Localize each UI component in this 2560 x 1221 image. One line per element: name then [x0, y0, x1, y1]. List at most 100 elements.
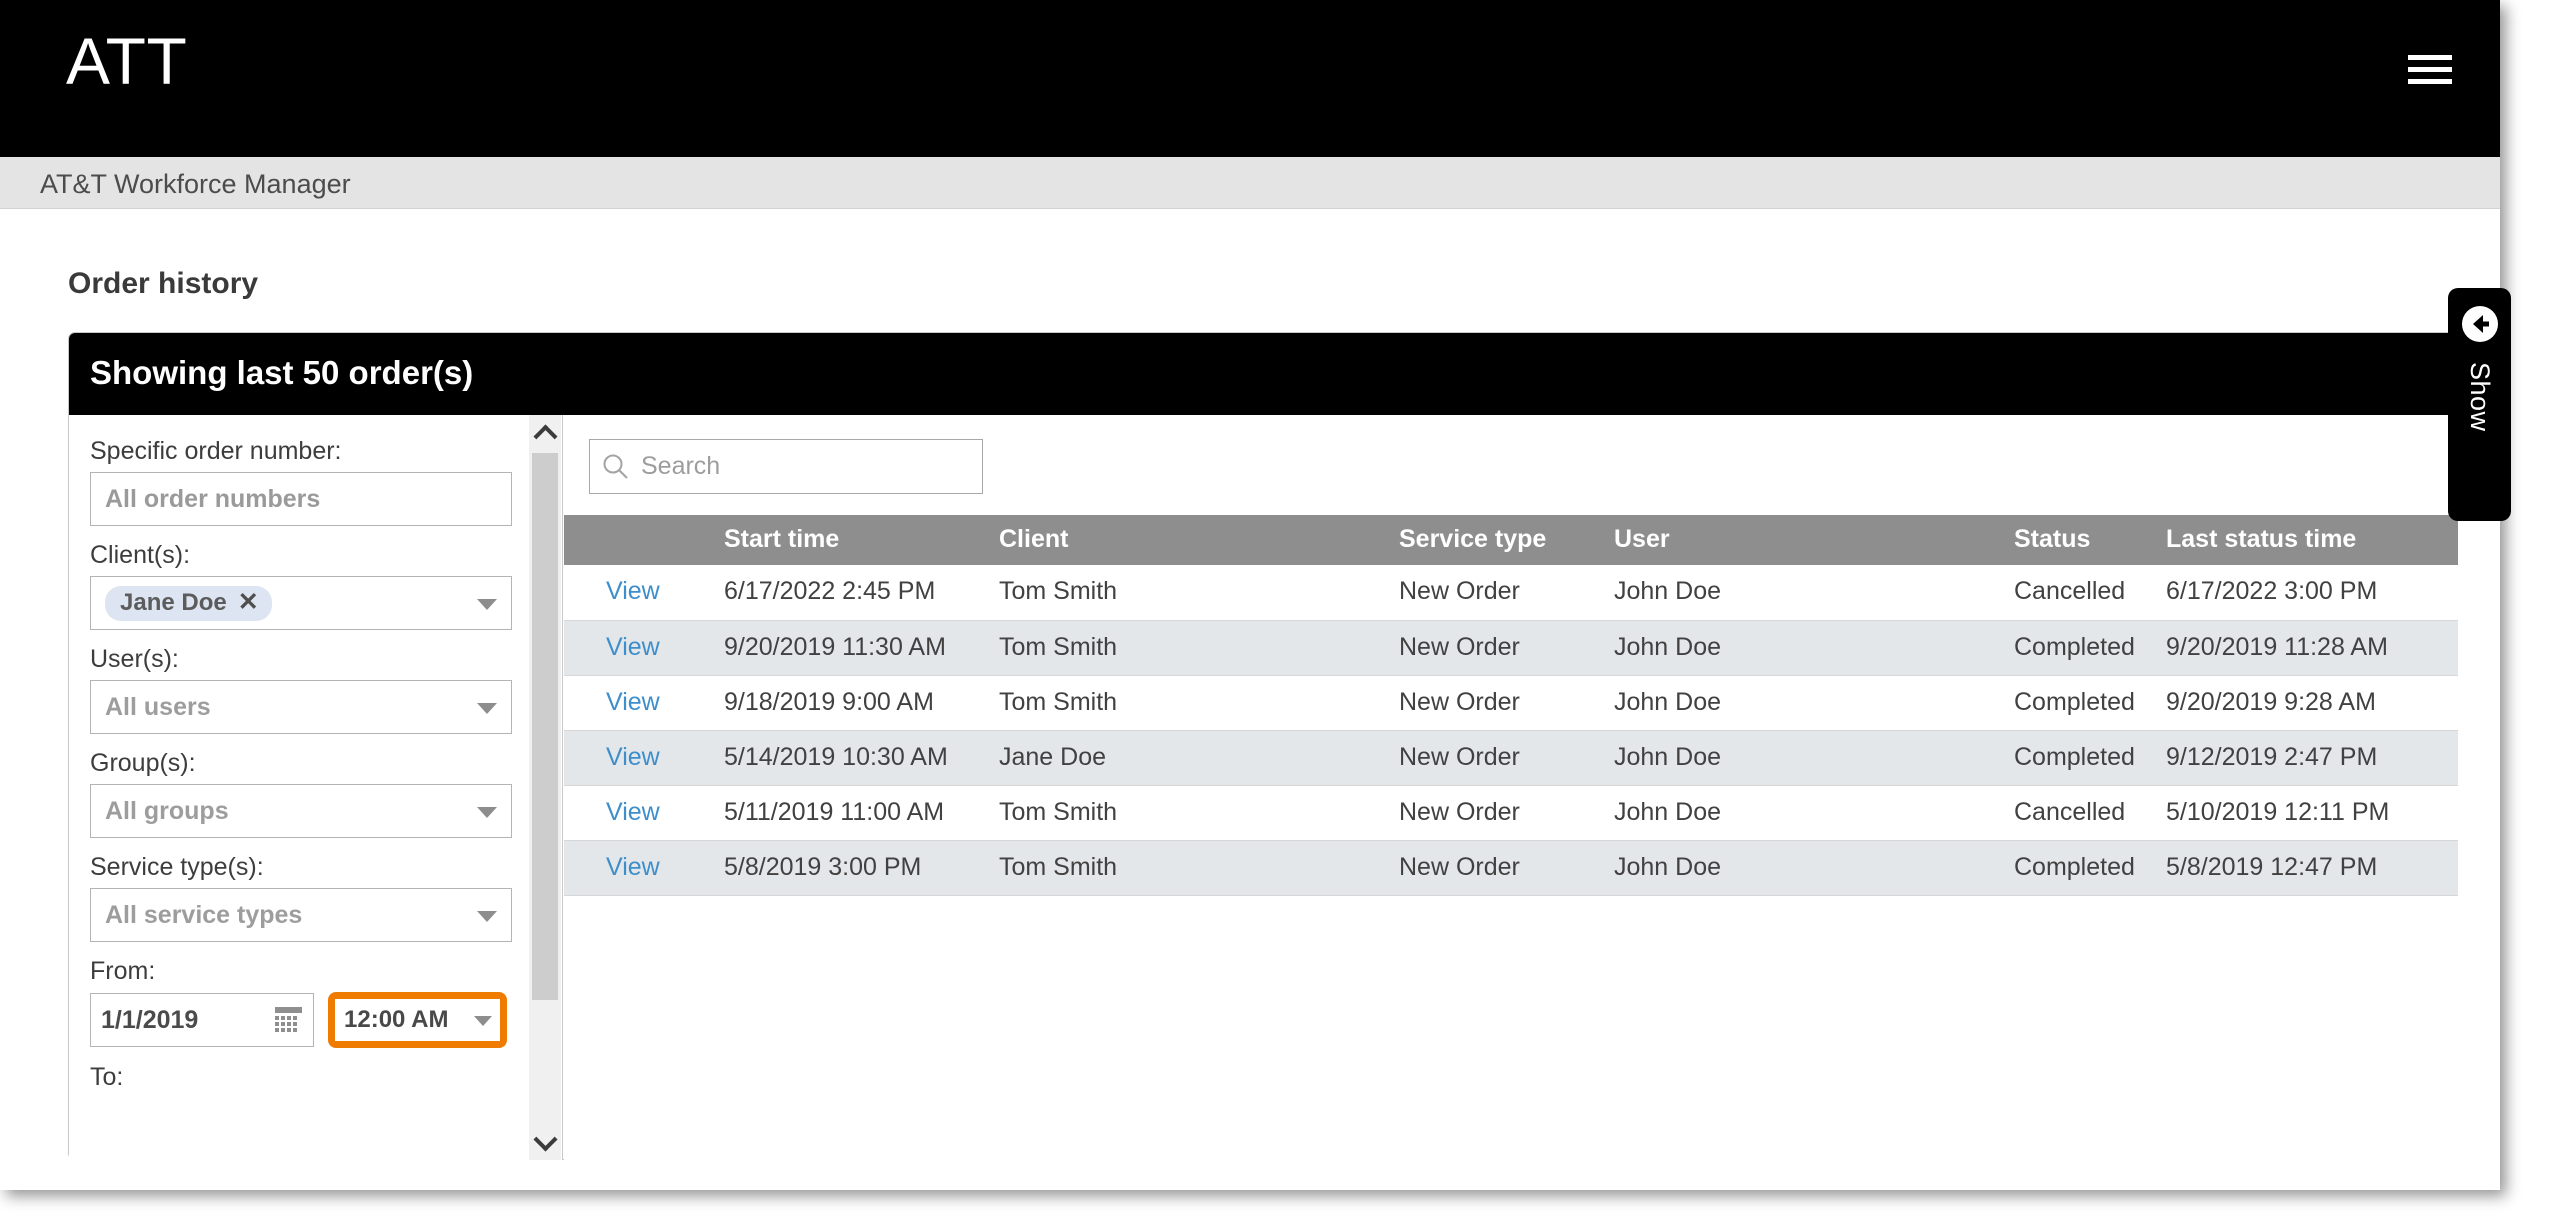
from-time-value: 12:00 AM	[344, 1006, 449, 1033]
client-chip-jane-doe[interactable]: Jane Doe ✕	[105, 585, 272, 621]
groups-placeholder: All groups	[105, 796, 229, 825]
from-date-value: 1/1/2019	[101, 1005, 199, 1034]
search-icon	[602, 453, 629, 480]
chevron-up-glyph	[532, 423, 558, 449]
service-types-placeholder: All service types	[105, 900, 303, 929]
cell-client: Tom Smith	[999, 675, 1399, 731]
show-tab-label: Show	[2465, 362, 2495, 432]
hamburger-bar	[2408, 67, 2452, 72]
cell-start-time: 9/20/2019 11:30 AM	[724, 620, 999, 676]
users-select[interactable]: All users	[90, 680, 512, 734]
filter-panel-scrollbar[interactable]	[529, 415, 561, 1160]
brand-logo: ATT	[66, 24, 188, 98]
chevron-down-icon[interactable]	[477, 703, 497, 714]
table-row: View 9/20/2019 11:30 AM Tom Smith New Order…	[564, 620, 2458, 676]
table-row: View 5/14/2019 10:30 AM Jane Doe New Order J…	[564, 730, 2458, 786]
search-input[interactable]: Search	[589, 439, 983, 494]
hamburger-bar	[2408, 79, 2452, 84]
cell-action[interactable]: View	[564, 620, 724, 676]
column-header-start-time[interactable]: Start time	[724, 515, 999, 565]
cell-action[interactable]: View	[564, 785, 724, 841]
table-row: View 5/11/2019 11:00 AM Tom Smith New Order…	[564, 785, 2458, 841]
cell-user: John Doe	[1614, 730, 2014, 786]
from-row: 1/1/2019 12:00 AM	[90, 992, 539, 1048]
cell-action[interactable]: View	[564, 730, 724, 786]
cell-action[interactable]: View	[564, 840, 724, 896]
chip-remove-icon[interactable]: ✕	[238, 590, 259, 615]
hamburger-menu-icon[interactable]	[2408, 55, 2454, 93]
cell-action[interactable]: View	[564, 565, 724, 621]
chevron-down-icon[interactable]	[477, 599, 497, 610]
from-date-input[interactable]: 1/1/2019	[90, 993, 314, 1047]
column-header-action[interactable]	[564, 515, 724, 565]
field-clients: Client(s): Jane Doe ✕	[90, 541, 539, 630]
cell-last-status-time: 5/8/2019 12:47 PM	[2166, 840, 2458, 896]
cell-client: Tom Smith	[999, 565, 1399, 621]
cell-start-time: 5/8/2019 3:00 PM	[724, 840, 999, 896]
groups-select[interactable]: All groups	[90, 784, 512, 838]
card-header: Showing last 50 order(s)	[69, 333, 2457, 415]
cell-start-time: 5/14/2019 10:30 AM	[724, 730, 999, 786]
column-header-status[interactable]: Status	[2014, 515, 2166, 565]
chevron-down-icon[interactable]	[477, 807, 497, 818]
cell-user: John Doe	[1614, 840, 2014, 896]
show-panel-tab[interactable]: Show	[2448, 288, 2511, 521]
clients-select[interactable]: Jane Doe ✕	[90, 576, 512, 630]
cell-status: Completed	[2014, 840, 2166, 896]
cell-status: Cancelled	[2014, 785, 2166, 841]
table-row: View 6/17/2022 2:45 PM Tom Smith New Order J…	[564, 565, 2458, 621]
column-header-last-status-time[interactable]: Last status time	[2166, 515, 2458, 565]
from-label: From:	[90, 957, 156, 985]
column-header-client[interactable]: Client	[999, 515, 1399, 565]
field-from: From: 1/1/2019 12:00 AM	[90, 957, 539, 1048]
chevron-down-icon[interactable]	[474, 1016, 492, 1026]
view-link[interactable]: View	[606, 743, 660, 771]
field-users: User(s): All users	[90, 645, 539, 734]
app-name-label: AT&T Workforce Manager	[40, 169, 351, 199]
table-row: View 9/18/2019 9:00 AM Tom Smith New Order J…	[564, 675, 2458, 731]
chip-label: Jane Doe	[120, 588, 227, 616]
cell-user: John Doe	[1614, 565, 2014, 621]
chevron-down-glyph	[532, 1126, 558, 1152]
view-link[interactable]: View	[606, 853, 660, 881]
from-time-select[interactable]: 12:00 AM	[335, 999, 500, 1041]
app-subheader: AT&T Workforce Manager	[0, 157, 2500, 209]
users-label: User(s):	[90, 645, 179, 673]
view-link[interactable]: View	[606, 577, 660, 605]
field-groups: Group(s): All groups	[90, 749, 539, 838]
cell-client: Tom Smith	[999, 620, 1399, 676]
scroll-down-icon[interactable]	[529, 1124, 561, 1160]
scroll-up-icon[interactable]	[529, 415, 561, 451]
cell-start-time: 6/17/2022 2:45 PM	[724, 565, 999, 621]
cell-last-status-time: 5/10/2019 12:11 PM	[2166, 785, 2458, 841]
hamburger-bar	[2408, 55, 2452, 60]
cell-service-type: New Order	[1399, 620, 1614, 676]
chevron-down-icon[interactable]	[477, 911, 497, 922]
cell-last-status-time: 9/20/2019 9:28 AM	[2166, 675, 2458, 731]
field-service-types: Service type(s): All service types	[90, 853, 539, 942]
cell-action[interactable]: View	[564, 675, 724, 731]
orders-table-body: View 6/17/2022 2:45 PM Tom Smith New Order J…	[564, 565, 2458, 896]
cell-service-type: New Order	[1399, 565, 1614, 621]
card-header-title: Showing last 50 order(s)	[90, 354, 474, 391]
service-types-select[interactable]: All service types	[90, 888, 512, 942]
column-header-user[interactable]: User	[1614, 515, 2014, 565]
brand-header: ATT	[0, 0, 2500, 157]
cell-service-type: New Order	[1399, 785, 1614, 841]
column-header-service-type[interactable]: Service type	[1399, 515, 1614, 565]
service-types-label: Service type(s):	[90, 853, 264, 881]
scrollbar-thumb[interactable]	[532, 453, 558, 1000]
screenshot-root: ATT AT&T Workforce Manager Order history…	[0, 0, 2560, 1221]
view-link[interactable]: View	[606, 688, 660, 716]
cell-status: Completed	[2014, 675, 2166, 731]
content-area: Order history Showing last 50 order(s) S…	[0, 210, 2500, 1190]
search-placeholder: Search	[641, 452, 721, 480]
order-number-input[interactable]: All order numbers	[90, 472, 512, 526]
view-link[interactable]: View	[606, 798, 660, 826]
calendar-icon[interactable]	[275, 1007, 302, 1033]
clients-label: Client(s):	[90, 541, 191, 569]
view-link[interactable]: View	[606, 633, 660, 661]
field-order-number: Specific order number: All order numbers	[90, 437, 539, 526]
cell-last-status-time: 6/17/2022 3:00 PM	[2166, 565, 2458, 621]
cell-last-status-time: 9/12/2019 2:47 PM	[2166, 730, 2458, 786]
